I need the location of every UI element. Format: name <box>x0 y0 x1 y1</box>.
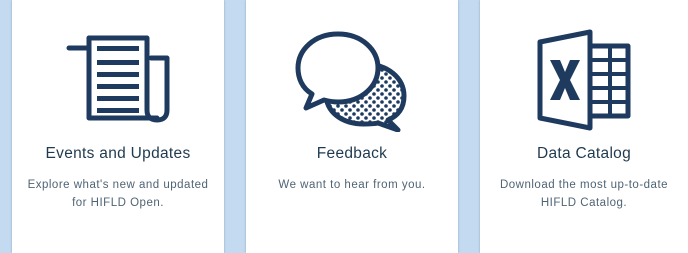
card-description: Explore what's new and updated for HIFLD… <box>27 179 209 209</box>
card-title: Feedback <box>316 145 388 162</box>
card-title: Events and Updates <box>45 145 191 162</box>
card-title: Data Catalog <box>536 145 632 162</box>
newspaper-icon <box>12 28 224 138</box>
feedback-card[interactable]: Feedback We want to hear from you. <box>246 0 458 253</box>
card-description: We want to hear from you. <box>278 179 426 191</box>
card-description: Download the most up-to-date HIFLD Catal… <box>499 179 669 209</box>
events-and-updates-card[interactable]: Events and Updates Explore what's new an… <box>12 0 224 253</box>
data-catalog-card[interactable]: Data Catalog Download the most up-to-dat… <box>480 0 688 253</box>
speech-bubbles-icon <box>246 28 458 138</box>
excel-spreadsheet-icon <box>480 28 688 138</box>
